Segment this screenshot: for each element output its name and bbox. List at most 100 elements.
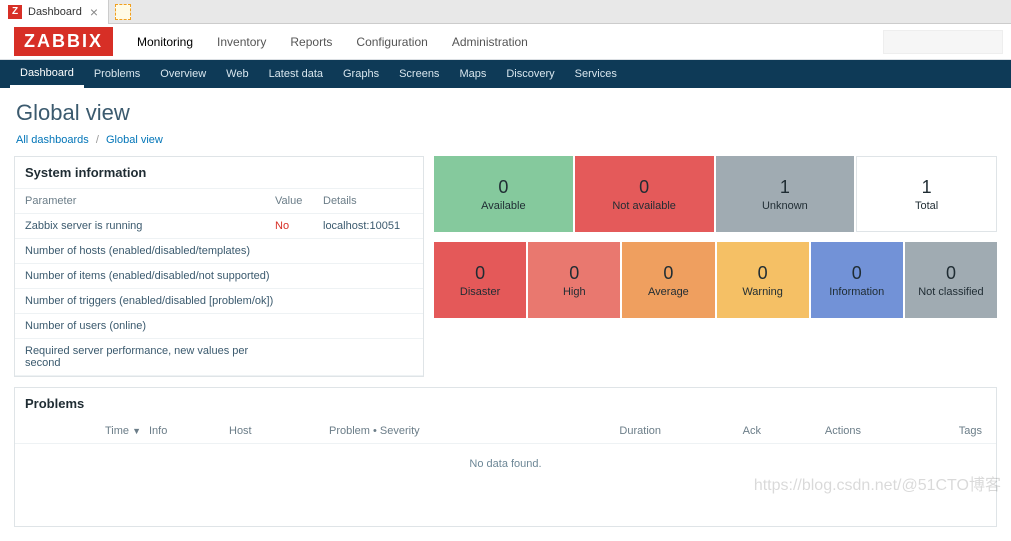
- sysinfo-details: [323, 345, 413, 369]
- sub-nav-item-latest-data[interactable]: Latest data: [259, 60, 333, 88]
- top-nav-item-configuration[interactable]: Configuration: [344, 25, 439, 59]
- status-card-available[interactable]: 0 Available: [434, 156, 573, 232]
- favicon-zabbix-icon: Z: [8, 5, 22, 19]
- sub-nav-item-screens[interactable]: Screens: [389, 60, 449, 88]
- sysinfo-param: Number of users (online): [25, 320, 275, 332]
- sysinfo-details: [323, 320, 413, 332]
- status-label: Not classified: [918, 286, 983, 298]
- status-label: Unknown: [762, 200, 808, 212]
- breadcrumb-current-link[interactable]: Global view: [106, 134, 163, 146]
- sysinfo-param: Zabbix server is running: [25, 220, 275, 232]
- sysinfo-value: [275, 270, 323, 282]
- sub-nav-item-overview[interactable]: Overview: [150, 60, 216, 88]
- sysinfo-row: Required server performance, new values …: [15, 339, 423, 376]
- status-card-not-classified[interactable]: 0 Not classified: [905, 242, 997, 318]
- status-label: Disaster: [460, 286, 500, 298]
- status-card-high[interactable]: 0 High: [528, 242, 620, 318]
- sysinfo-details: [323, 245, 413, 257]
- status-count: 0: [498, 177, 508, 198]
- col-parameter: Parameter: [25, 195, 275, 207]
- logo[interactable]: ZABBIX: [14, 27, 113, 56]
- browser-tab-bar: Z Dashboard ×: [0, 0, 1011, 24]
- status-card-not-available[interactable]: 0Not available: [575, 156, 714, 232]
- status-label: Warning: [742, 286, 783, 298]
- page-title: Global view: [0, 88, 1011, 134]
- system-information-widget: System information Parameter Value Detai…: [14, 156, 424, 377]
- sysinfo-row: Zabbix server is runningNolocalhost:1005…: [15, 214, 423, 239]
- widget-title: System information: [15, 157, 423, 189]
- breadcrumb: All dashboards / Global view: [0, 134, 1011, 156]
- sysinfo-value: [275, 345, 323, 369]
- status-count: 0: [639, 177, 649, 198]
- problems-widget: Problems Time ▼ Info Host Problem • Seve…: [14, 387, 997, 527]
- browser-tab[interactable]: Z Dashboard ×: [0, 0, 109, 24]
- breadcrumb-root-link[interactable]: All dashboards: [16, 134, 89, 146]
- breadcrumb-separator: /: [92, 134, 103, 146]
- col-duration[interactable]: Duration: [545, 425, 665, 437]
- sub-nav-item-discovery[interactable]: Discovery: [496, 60, 564, 88]
- dashboard-row: System information Parameter Value Detai…: [0, 156, 1011, 387]
- sort-desc-icon: ▼: [132, 426, 141, 436]
- top-nav-item-reports[interactable]: Reports: [278, 25, 344, 59]
- sub-nav-item-web[interactable]: Web: [216, 60, 258, 88]
- status-label: Average: [648, 286, 689, 298]
- widget-title: Problems: [15, 388, 996, 419]
- col-value: Value: [275, 195, 323, 207]
- status-label: High: [563, 286, 586, 298]
- status-label: Information: [829, 286, 884, 298]
- col-details: Details: [323, 195, 413, 207]
- sysinfo-details: localhost:10051: [323, 220, 413, 232]
- col-time[interactable]: Time ▼: [25, 425, 145, 437]
- status-count: 1: [922, 177, 932, 198]
- severity-status-row: 0Disaster0High0Average0Warning0Informati…: [434, 242, 997, 318]
- status-card-information[interactable]: 0 Information: [811, 242, 903, 318]
- sysinfo-param: Number of hosts (enabled/disabled/templa…: [25, 245, 275, 257]
- col-actions[interactable]: Actions: [765, 425, 865, 437]
- col-tags[interactable]: Tags: [865, 425, 986, 437]
- status-card-disaster[interactable]: 0 Disaster: [434, 242, 526, 318]
- sub-nav-item-problems[interactable]: Problems: [84, 60, 150, 88]
- status-card-average[interactable]: 0Average: [622, 242, 714, 318]
- status-label: Available: [481, 200, 525, 212]
- col-host[interactable]: Host: [225, 425, 325, 437]
- sub-nav-item-graphs[interactable]: Graphs: [333, 60, 389, 88]
- status-card-total[interactable]: 1 Total: [856, 156, 997, 232]
- col-problem-severity[interactable]: Problem • Severity: [325, 425, 545, 437]
- sysinfo-row: Number of triggers (enabled/disabled [pr…: [15, 289, 423, 314]
- sysinfo-row: Number of hosts (enabled/disabled/templa…: [15, 239, 423, 264]
- sysinfo-value: [275, 245, 323, 257]
- close-icon[interactable]: ×: [88, 4, 100, 20]
- status-count: 0: [852, 263, 862, 284]
- browser-tab-title: Dashboard: [28, 6, 82, 18]
- col-info[interactable]: Info: [145, 425, 225, 437]
- status-card-warning[interactable]: 0 Warning: [717, 242, 809, 318]
- host-status-row: 0 Available 0Not available1Unknown 1 Total: [434, 156, 997, 232]
- top-nav-item-inventory[interactable]: Inventory: [205, 25, 278, 59]
- sysinfo-param: Number of items (enabled/disabled/not su…: [25, 270, 275, 282]
- status-widgets: 0 Available 0Not available1Unknown 1 Total 0…: [434, 156, 997, 377]
- status-count: 0: [946, 263, 956, 284]
- status-label: Total: [915, 200, 938, 212]
- sysinfo-details: [323, 270, 413, 282]
- status-count: 0: [758, 263, 768, 284]
- sysinfo-row: Number of items (enabled/disabled/not su…: [15, 264, 423, 289]
- sub-nav-item-maps[interactable]: Maps: [449, 60, 496, 88]
- sub-nav: DashboardProblemsOverviewWebLatest dataG…: [0, 60, 1011, 88]
- sysinfo-header-row: Parameter Value Details: [15, 189, 423, 214]
- top-nav-item-monitoring[interactable]: Monitoring: [125, 25, 205, 59]
- sysinfo-param: Required server performance, new values …: [25, 345, 275, 369]
- status-count: 0: [569, 263, 579, 284]
- sysinfo-row: Number of users (online): [15, 314, 423, 339]
- search-input[interactable]: [883, 30, 1003, 54]
- sysinfo-value: No: [275, 220, 323, 232]
- sysinfo-value: [275, 295, 323, 307]
- status-card-unknown[interactable]: 1Unknown: [716, 156, 855, 232]
- top-nav-item-administration[interactable]: Administration: [440, 25, 540, 59]
- sub-nav-item-dashboard[interactable]: Dashboard: [10, 60, 84, 88]
- sub-nav-item-services[interactable]: Services: [565, 60, 627, 88]
- new-tab-icon[interactable]: [115, 4, 131, 20]
- header: ZABBIX MonitoringInventoryReportsConfigu…: [0, 24, 1011, 60]
- status-count: 0: [475, 263, 485, 284]
- col-ack[interactable]: Ack: [665, 425, 765, 437]
- sysinfo-value: [275, 320, 323, 332]
